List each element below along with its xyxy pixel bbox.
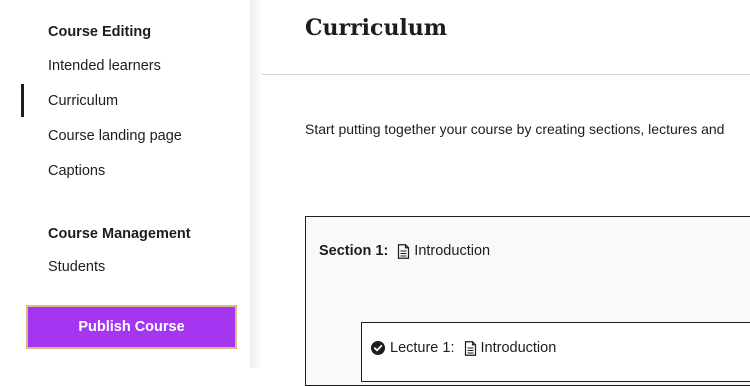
lecture-title[interactable]: Introduction: [481, 340, 557, 356]
lecture-row: Lecture 1: Introduction: [371, 340, 556, 356]
document-icon: [464, 340, 477, 356]
section-header: Section 1: Introduction: [319, 243, 490, 259]
section-label: Section 1:: [319, 243, 389, 259]
sidebar: Course Editing Intended learners Curricu…: [0, 0, 250, 368]
sidebar-item-students[interactable]: Students: [48, 259, 105, 275]
course-management-heading: Course Management: [48, 226, 191, 242]
publish-course-button[interactable]: Publish Course: [26, 305, 237, 349]
lecture-label: Lecture 1:: [390, 340, 455, 356]
intro-text: Start putting together your course by cr…: [305, 121, 725, 137]
section-title[interactable]: Introduction: [414, 243, 490, 259]
sidebar-item-captions[interactable]: Captions: [48, 163, 105, 179]
lecture-card[interactable]: Lecture 1: Introduction: [361, 322, 750, 382]
header-divider: [262, 74, 750, 75]
main-content: Curriculum Start putting together your c…: [262, 0, 750, 386]
course-editing-heading: Course Editing: [48, 24, 152, 40]
check-circle-icon: [371, 341, 385, 355]
sidebar-item-curriculum[interactable]: Curriculum: [48, 93, 118, 109]
sidebar-item-intended-learners[interactable]: Intended learners: [48, 58, 161, 74]
active-indicator: [21, 84, 24, 117]
document-icon: [397, 243, 410, 259]
sidebar-item-course-landing-page[interactable]: Course landing page: [48, 128, 182, 144]
sidebar-shadow: [250, 0, 262, 368]
section-card: Section 1: Introduction Lecture 1: Intro…: [305, 216, 750, 386]
page-title: Curriculum: [305, 15, 448, 41]
